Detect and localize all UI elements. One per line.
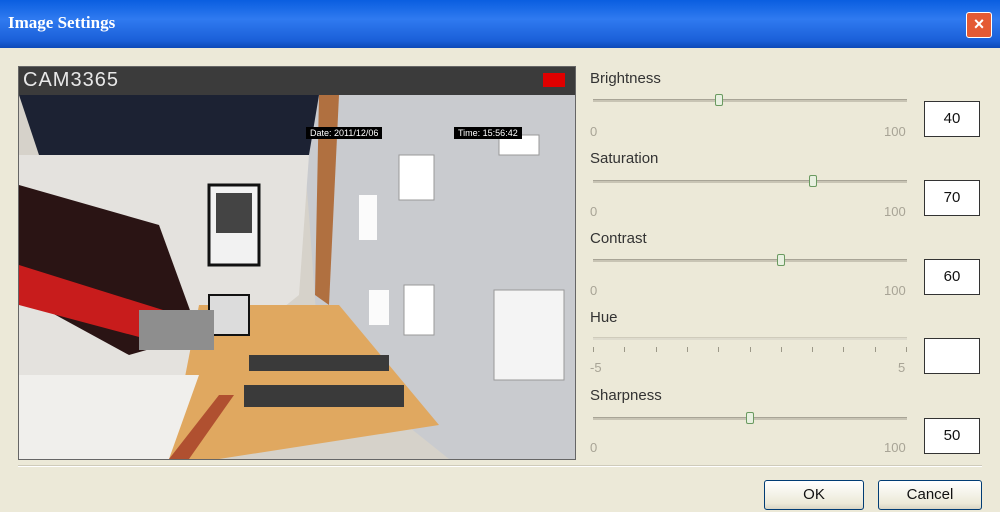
brightness-min: 0: [590, 124, 598, 139]
sharpness-slider-thumb[interactable]: [746, 412, 754, 424]
close-icon: ×: [973, 14, 985, 34]
hue-tick: [875, 347, 876, 352]
hue-max: 5: [898, 360, 906, 375]
hue-tick: [843, 347, 844, 352]
hue-slider-ticks: [593, 347, 907, 353]
contrast-slider[interactable]: [593, 254, 907, 266]
hue-slider[interactable]: [593, 337, 907, 340]
contrast-max: 100: [884, 283, 906, 298]
osd-time: Time: 15:56:42: [454, 127, 522, 139]
hue-min: -5: [590, 360, 602, 375]
hue-tick: [656, 347, 657, 352]
cancel-button[interactable]: Cancel: [878, 480, 982, 510]
brightness-max: 100: [884, 124, 906, 139]
camera-header: CAM3365: [19, 67, 575, 95]
brightness-value-field[interactable]: 40: [924, 101, 980, 137]
saturation-slider-thumb[interactable]: [809, 175, 817, 187]
footer-divider: [18, 465, 982, 467]
sharpness-label: Sharpness: [590, 387, 662, 404]
brightness-slider[interactable]: [593, 94, 907, 106]
hue-tick: [687, 347, 688, 352]
hue-tick: [906, 347, 907, 352]
record-indicator-icon: [543, 73, 565, 87]
camera-preview: CAM3365 Date: 2011/12/06 Time: 15:56:42: [18, 66, 576, 460]
brightness-label: Brightness: [590, 70, 661, 87]
saturation-max: 100: [884, 204, 906, 219]
saturation-label: Saturation: [590, 150, 659, 167]
contrast-min: 0: [590, 283, 598, 298]
title-bar[interactable]: Image Settings ×: [0, 0, 1000, 48]
window-title: Image Settings: [8, 13, 116, 32]
contrast-slider-thumb[interactable]: [777, 254, 785, 266]
sharpness-value-field[interactable]: 50: [924, 418, 980, 454]
saturation-value-field[interactable]: 70: [924, 180, 980, 216]
sharpness-slider[interactable]: [593, 412, 907, 424]
hue-tick: [718, 347, 719, 352]
contrast-value-field[interactable]: 60: [924, 259, 980, 295]
close-button[interactable]: ×: [966, 12, 992, 38]
hue-value-field[interactable]: [924, 338, 980, 374]
camera-video-feed: Date: 2011/12/06 Time: 15:56:42: [19, 95, 575, 459]
brightness-slider-thumb[interactable]: [715, 94, 723, 106]
ok-button[interactable]: OK: [764, 480, 864, 510]
image-settings-dialog: Image Settings × CAM3365 Date: 2011/12/0…: [0, 0, 1000, 512]
camera-name: CAM3365: [23, 69, 119, 91]
contrast-label: Contrast: [590, 230, 647, 247]
sharpness-min: 0: [590, 440, 598, 455]
hue-tick: [750, 347, 751, 352]
sharpness-max: 100: [884, 440, 906, 455]
hue-label: Hue: [590, 309, 618, 326]
scene-image: [19, 95, 575, 459]
osd-date: Date: 2011/12/06: [306, 127, 383, 139]
hue-tick: [593, 347, 594, 352]
hue-tick: [624, 347, 625, 352]
saturation-slider[interactable]: [593, 175, 907, 187]
saturation-min: 0: [590, 204, 598, 219]
hue-tick: [781, 347, 782, 352]
hue-tick: [812, 347, 813, 352]
